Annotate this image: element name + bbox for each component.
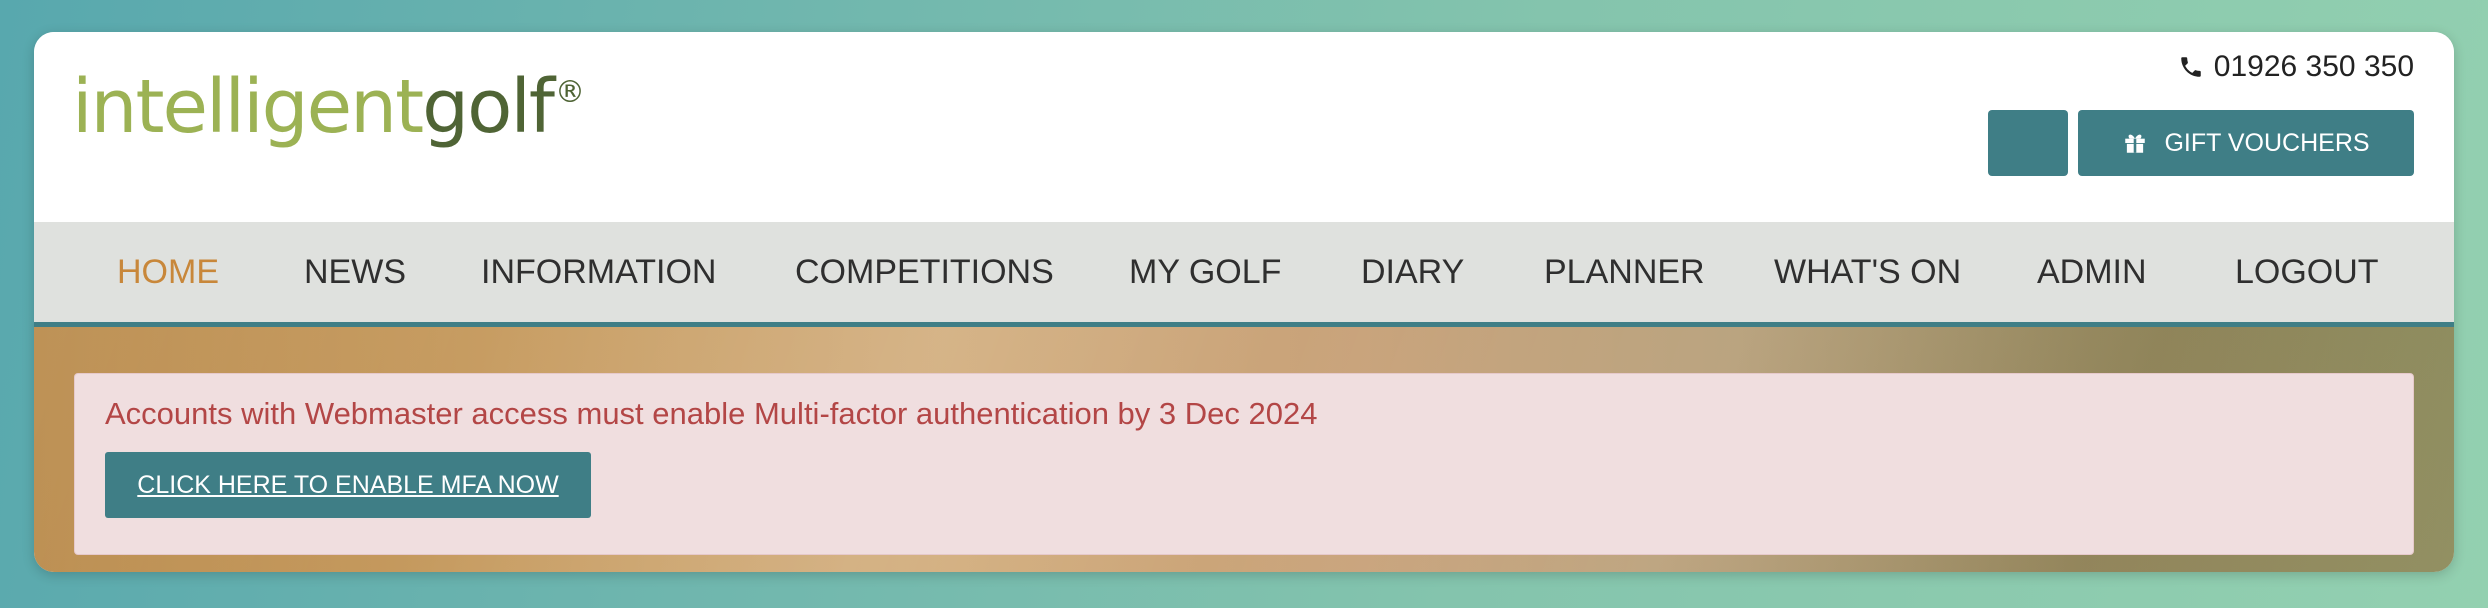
- page-card: intelligentgolf® 01926 350 350 GIFT VOUC…: [34, 32, 2454, 572]
- enable-mfa-button[interactable]: CLICK HERE TO ENABLE MFA NOW: [105, 452, 591, 518]
- nav-item-home[interactable]: HOME: [117, 222, 219, 322]
- hero-banner: Accounts with Webmaster access must enab…: [34, 327, 2454, 572]
- mfa-alert-message: Accounts with Webmaster access must enab…: [105, 396, 1318, 431]
- logo-text-golf: golf: [422, 64, 555, 150]
- main-navigation: HOME NEWS INFORMATION COMPETITIONS MY GO…: [34, 222, 2454, 327]
- header-action-button[interactable]: [1988, 110, 2068, 176]
- logo-registered-mark: ®: [554, 75, 585, 110]
- nav-item-my-golf[interactable]: MY GOLF: [1129, 222, 1281, 322]
- nav-item-logout[interactable]: LOGOUT: [2235, 222, 2379, 322]
- nav-item-whats-on[interactable]: WHAT'S ON: [1774, 222, 1961, 322]
- logo-text-intelligent: intelligent: [72, 64, 424, 150]
- nav-item-admin[interactable]: ADMIN: [2037, 222, 2147, 322]
- site-header: intelligentgolf® 01926 350 350 GIFT VOUC…: [34, 32, 2454, 222]
- gift-vouchers-label: GIFT VOUCHERS: [2164, 128, 2370, 157]
- site-logo[interactable]: intelligentgolf®: [72, 70, 585, 144]
- nav-item-competitions[interactable]: COMPETITIONS: [795, 222, 1054, 322]
- nav-item-information[interactable]: INFORMATION: [481, 222, 716, 322]
- gift-icon: [2125, 134, 2146, 153]
- nav-item-news[interactable]: NEWS: [304, 222, 406, 322]
- mfa-alert: Accounts with Webmaster access must enab…: [74, 373, 2414, 555]
- phone-icon: [2181, 57, 2201, 77]
- nav-item-diary[interactable]: DIARY: [1361, 222, 1464, 322]
- nav-item-planner[interactable]: PLANNER: [1544, 222, 1705, 322]
- phone-number: 01926 350 350: [2213, 50, 2414, 83]
- phone-contact[interactable]: 01926 350 350: [2178, 50, 2414, 84]
- gift-vouchers-button[interactable]: GIFT VOUCHERS: [2078, 110, 2414, 176]
